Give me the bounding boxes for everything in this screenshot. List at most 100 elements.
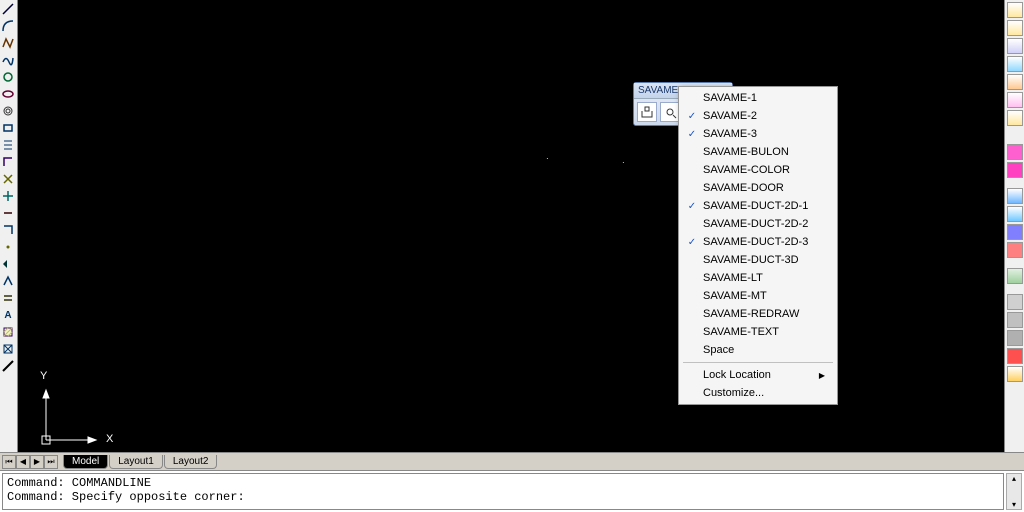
tool-icon-14[interactable] <box>0 222 16 238</box>
rtool-8-icon[interactable] <box>1007 144 1023 160</box>
floating-toolbar-title-text: SAVAME <box>638 85 678 96</box>
tab-nav-prev-icon[interactable]: ◀ <box>16 455 30 469</box>
rtool-13-icon[interactable] <box>1007 242 1023 258</box>
tool-rect-icon[interactable] <box>0 120 16 136</box>
tab-layout1[interactable]: Layout1 <box>109 455 163 469</box>
tab-model[interactable]: Model <box>63 455 108 469</box>
ucs-icon: X Y <box>28 368 108 448</box>
tool-point-icon[interactable] <box>0 239 16 255</box>
marker-2: · <box>622 158 625 167</box>
menu-item-savame-2[interactable]: ✓SAVAME-2 <box>681 107 835 125</box>
rtool-12-icon[interactable] <box>1007 224 1023 240</box>
tool-icon-13[interactable] <box>0 205 16 221</box>
tool-arc-icon[interactable] <box>0 18 16 34</box>
tab-nav: ⏮ ◀ ▶ ⏭ <box>2 455 58 469</box>
rtool-18-icon[interactable] <box>1007 348 1023 364</box>
rtool-17-icon[interactable] <box>1007 330 1023 346</box>
rtool-6-icon[interactable] <box>1007 92 1023 108</box>
tool-icon-21[interactable] <box>0 341 16 357</box>
marker-1: · <box>546 154 549 163</box>
menu-item-savame-text[interactable]: SAVAME-TEXT <box>681 323 835 341</box>
menu-item-label: SAVAME-2 <box>703 110 757 122</box>
menu-item-label: Space <box>703 344 734 356</box>
tool-ellipse-icon[interactable] <box>0 86 16 102</box>
rtool-10-icon[interactable] <box>1007 188 1023 204</box>
menu-item-label: SAVAME-DUCT-2D-3 <box>703 236 808 248</box>
menu-item-savame-redraw[interactable]: SAVAME-REDRAW <box>681 305 835 323</box>
floating-btn-1[interactable] <box>637 102 657 122</box>
tool-hatch-icon[interactable] <box>0 324 16 340</box>
rtool-16-icon[interactable] <box>1007 312 1023 328</box>
rtool-14-icon[interactable] <box>1007 268 1023 284</box>
menu-item-savame-bulon[interactable]: SAVAME-BULON <box>681 143 835 161</box>
tab-layout2[interactable]: Layout2 <box>164 455 218 469</box>
submenu-arrow-icon: ▶ <box>819 371 825 380</box>
tool-icon-18[interactable] <box>0 290 16 306</box>
tool-line-icon[interactable] <box>0 1 16 17</box>
tab-nav-first-icon[interactable]: ⏮ <box>2 455 16 469</box>
tool-icon-9[interactable] <box>0 137 16 153</box>
menu-item-savame-lt[interactable]: SAVAME-LT <box>681 269 835 287</box>
tab-nav-last-icon[interactable]: ⏭ <box>44 455 58 469</box>
tool-circle-icon[interactable] <box>0 69 16 85</box>
tool-spline-icon[interactable] <box>0 52 16 68</box>
scroll-down-icon[interactable]: ▾ <box>1012 500 1016 509</box>
menu-item-label: SAVAME-TEXT <box>703 326 779 338</box>
ucs-y-label: Y <box>40 370 47 382</box>
menu-item-label: SAVAME-COLOR <box>703 164 790 176</box>
menu-item-lock-location[interactable]: Lock Location▶ <box>681 366 835 384</box>
menu-check-icon: ✓ <box>681 129 703 140</box>
menu-item-savame-3[interactable]: ✓SAVAME-3 <box>681 125 835 143</box>
right-toolbar <box>1004 0 1024 452</box>
rtool-11-icon[interactable] <box>1007 206 1023 222</box>
rtool-19-icon[interactable] <box>1007 366 1023 382</box>
command-scrollbar[interactable]: ▴ ▾ <box>1006 473 1022 510</box>
scroll-up-icon[interactable]: ▴ <box>1012 474 1016 483</box>
tool-pline-icon[interactable] <box>0 35 16 51</box>
menu-item-label: SAVAME-3 <box>703 128 757 140</box>
menu-item-label: SAVAME-DUCT-2D-1 <box>703 200 808 212</box>
menu-item-savame-duct-3d[interactable]: SAVAME-DUCT-3D <box>681 251 835 269</box>
rtool-4-icon[interactable] <box>1007 56 1023 72</box>
tool-icon-12[interactable] <box>0 188 16 204</box>
menu-item-label: SAVAME-DOOR <box>703 182 784 194</box>
rtool-9-icon[interactable] <box>1007 162 1023 178</box>
menu-item-customize-[interactable]: Customize... <box>681 384 835 402</box>
rtool-7-icon[interactable] <box>1007 110 1023 126</box>
tool-text-icon[interactable]: A <box>0 307 16 323</box>
menu-item-label: SAVAME-REDRAW <box>703 308 799 320</box>
menu-item-label: Customize... <box>703 387 764 399</box>
layout-tab-bar: ⏮ ◀ ▶ ⏭ ModelLayout1Layout2 <box>0 452 1024 470</box>
tool-donut-icon[interactable] <box>0 103 16 119</box>
menu-item-savame-door[interactable]: SAVAME-DOOR <box>681 179 835 197</box>
menu-item-savame-duct-2d-1[interactable]: ✓SAVAME-DUCT-2D-1 <box>681 197 835 215</box>
menu-item-savame-color[interactable]: SAVAME-COLOR <box>681 161 835 179</box>
menu-item-savame-duct-2d-3[interactable]: ✓SAVAME-DUCT-2D-3 <box>681 233 835 251</box>
tool-icon-10[interactable] <box>0 154 16 170</box>
tab-nav-next-icon[interactable]: ▶ <box>30 455 44 469</box>
menu-check-icon: ✓ <box>681 111 703 122</box>
rtool-2-icon[interactable] <box>1007 20 1023 36</box>
left-toolbar: A <box>0 0 18 452</box>
floating-btn-2[interactable] <box>660 102 680 122</box>
rtool-1-icon[interactable] <box>1007 2 1023 18</box>
tool-icon-16[interactable] <box>0 256 16 272</box>
tool-icon-17[interactable] <box>0 273 16 289</box>
command-area: Command: COMMANDLINE Command: Specify op… <box>0 470 1024 512</box>
menu-item-savame-mt[interactable]: SAVAME-MT <box>681 287 835 305</box>
menu-item-space[interactable]: Space <box>681 341 835 359</box>
menu-item-label: SAVAME-DUCT-3D <box>703 254 799 266</box>
menu-item-savame-duct-2d-2[interactable]: SAVAME-DUCT-2D-2 <box>681 215 835 233</box>
rtool-15-icon[interactable] <box>1007 294 1023 310</box>
menu-item-label: SAVAME-MT <box>703 290 767 302</box>
rtool-5-icon[interactable] <box>1007 74 1023 90</box>
drawing-canvas[interactable]: · · X Y <box>18 0 1004 452</box>
tool-icon-22[interactable] <box>0 358 16 374</box>
ucs-x-label: X <box>106 433 113 445</box>
rtool-3-icon[interactable] <box>1007 38 1023 54</box>
menu-separator <box>683 362 833 363</box>
menu-check-icon: ✓ <box>681 237 703 248</box>
tool-icon-11[interactable] <box>0 171 16 187</box>
command-text[interactable]: Command: COMMANDLINE Command: Specify op… <box>2 473 1004 510</box>
menu-item-savame-1[interactable]: SAVAME-1 <box>681 89 835 107</box>
